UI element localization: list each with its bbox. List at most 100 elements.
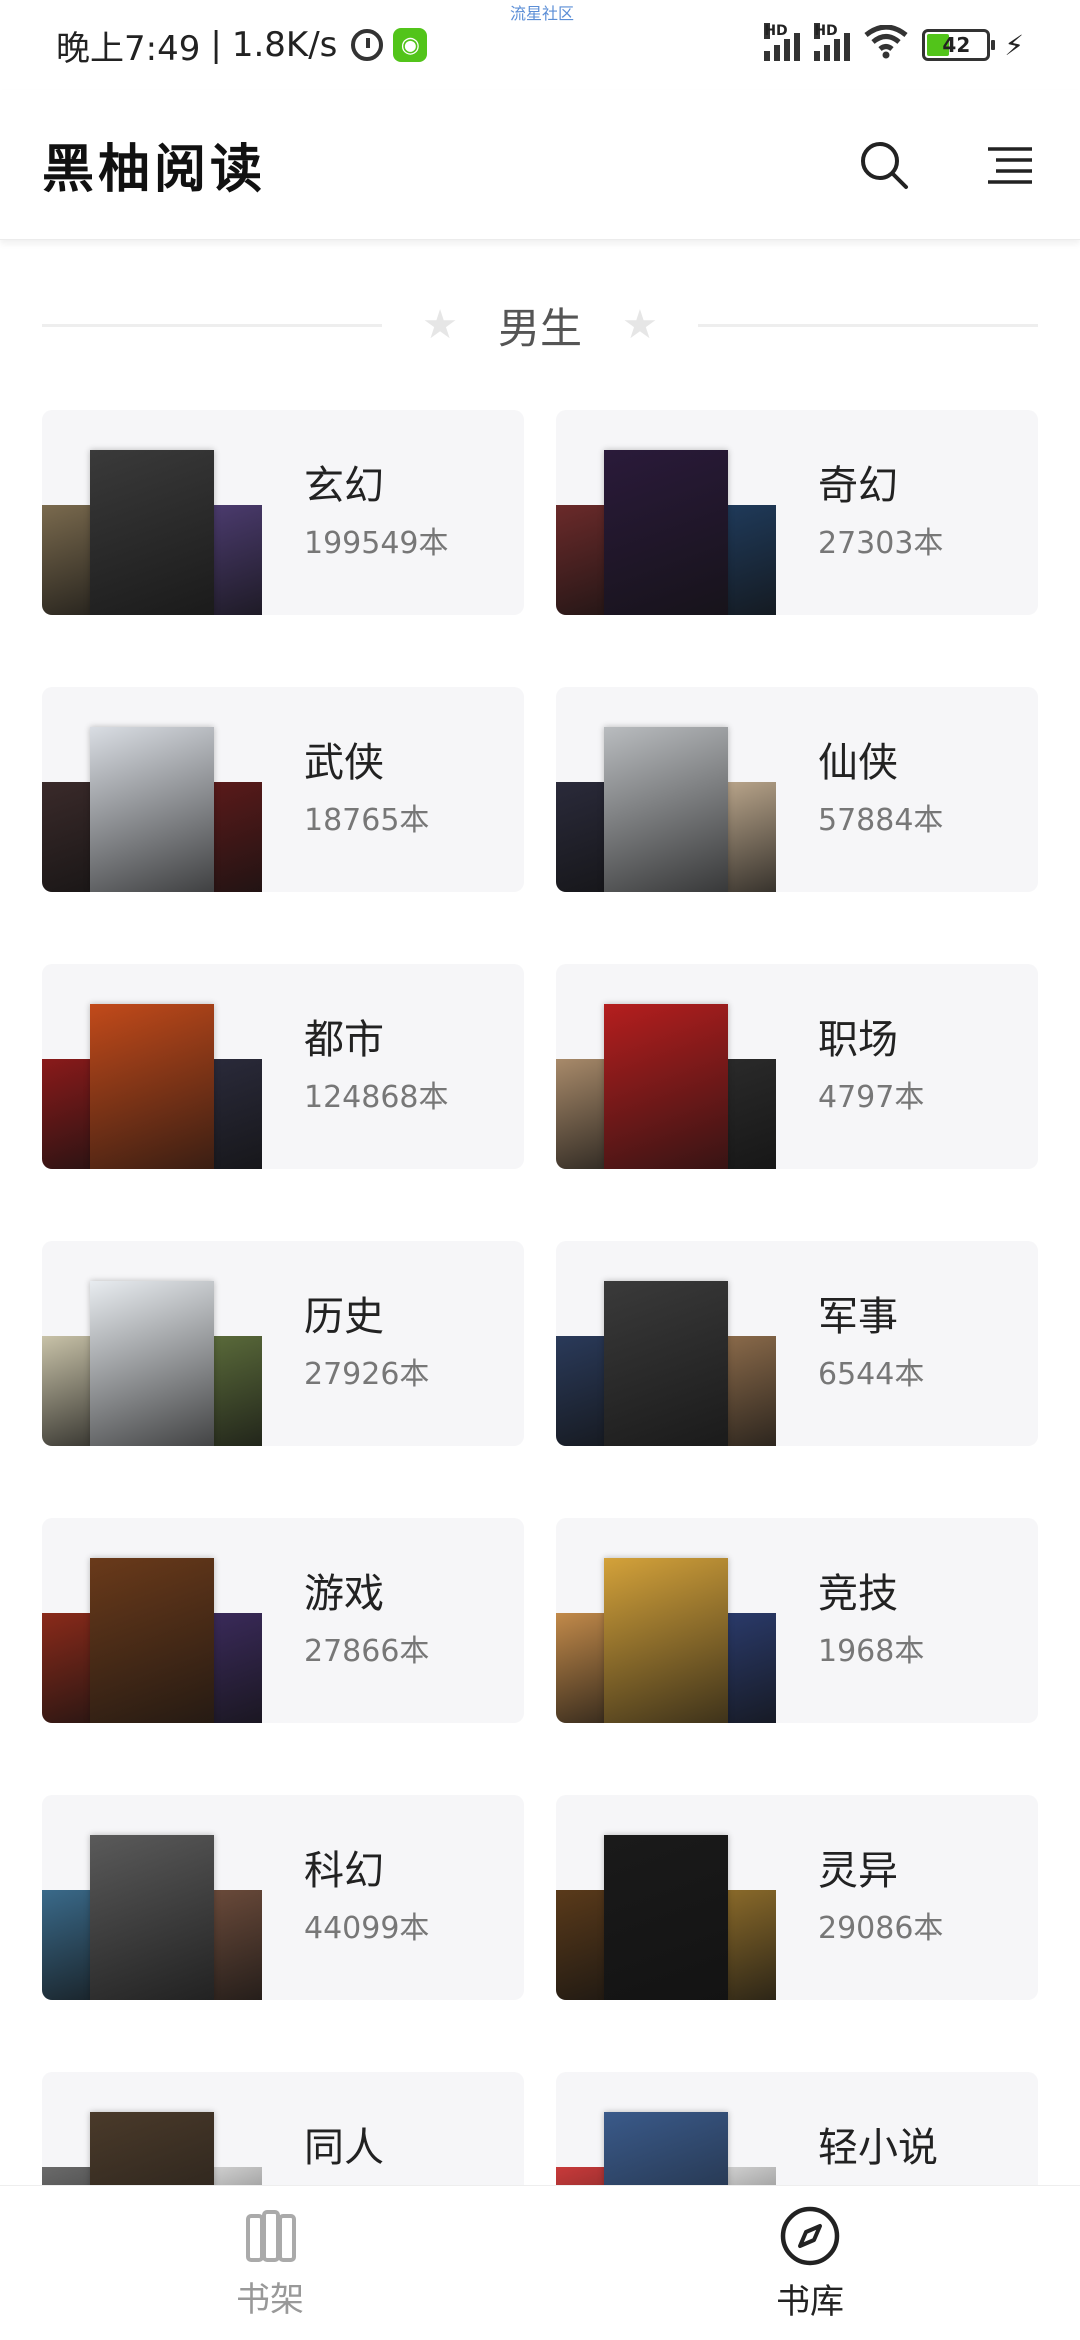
book-cover-image [556,1336,606,1446]
search-icon[interactable] [856,137,912,193]
category-card[interactable]: 同人 [42,2072,524,2190]
book-cover-image [90,727,214,892]
category-card[interactable]: 奇幻 27303本 [556,410,1038,615]
category-count: 27303本 [818,526,944,561]
star-icon: ★ [422,302,458,348]
category-name: 同人 [304,2125,384,2171]
category-count: 44099本 [304,1911,430,1946]
category-card[interactable]: 轻小说 [556,2072,1038,2190]
book-cover-image [42,1613,92,1723]
book-covers [42,1281,262,1446]
category-name: 玄幻 [304,463,384,509]
category-count: 6544本 [818,1357,925,1392]
category-count: 1968本 [818,1634,925,1669]
hd-label-2: HD [814,23,838,39]
book-cover-image [212,1890,262,2000]
category-grid: 玄幻 199549本 奇幻 27303本武侠 18765本 仙侠 57884本都市 12486… [42,410,1038,2190]
book-cover-image [42,1890,92,2000]
appbar-actions [856,137,1038,193]
book-covers [556,2112,776,2190]
book-cover-image [726,1336,776,1446]
category-name: 仙侠 [818,740,898,786]
separator: | [210,25,222,65]
watermark: 流星社区 [510,4,575,23]
status-bar: 流星社区 晚上7:49 | 1.8K/s ◉ HD HD 42 ⚡ [0,0,1080,90]
category-card[interactable]: 灵异 29086本 [556,1795,1038,2000]
book-covers [42,1004,262,1169]
category-name: 历史 [304,1294,384,1340]
book-cover-image [726,1059,776,1169]
category-name: 职场 [818,1017,898,1063]
book-covers [556,450,776,615]
signal-icon-2: HD [814,23,851,61]
book-cover-image [212,1613,262,1723]
app-title: 黑柚阅读 [42,139,267,200]
category-card[interactable]: 游戏 27866本 [42,1518,524,1723]
category-text: 游戏 27866本 [304,1570,429,1670]
category-text: 科幻 44099本 [304,1847,429,1947]
category-count: 18765本 [304,803,430,838]
category-text: 武侠 18765本 [304,739,429,839]
category-card[interactable]: 武侠 18765本 [42,687,524,892]
battery-icon: 42 [922,29,996,61]
book-covers [42,2112,262,2190]
hd-label: HD [764,23,788,39]
category-card[interactable]: 玄幻 199549本 [42,410,524,615]
category-text: 同人 [304,2124,384,2180]
book-cover-image [604,1558,728,1723]
book-cover-image [556,1059,606,1169]
book-covers [556,1004,776,1169]
book-covers [42,1558,262,1723]
book-cover-image [42,1059,92,1169]
book-cover-image [212,782,262,892]
nav-label-bookshelf: 书架 [236,2279,304,2320]
compass-icon [780,2206,840,2265]
category-card[interactable]: 科幻 44099本 [42,1795,524,2000]
category-text: 军事 6544本 [818,1293,924,1393]
section-header: ★ 男生 ★ [42,290,1039,360]
category-count: 199549本 [304,526,449,561]
category-name: 游戏 [304,1571,384,1617]
book-cover-image [90,2112,214,2190]
book-cover-image [604,2112,728,2190]
status-right: HD HD 42 ⚡ [764,23,1024,65]
book-cover-image [212,1059,262,1169]
book-cover-image [90,1835,214,2000]
category-text: 职场 4797本 [818,1016,924,1116]
category-name: 竞技 [818,1571,898,1617]
clock: 晚上7:49 [56,28,201,69]
book-cover-image [556,782,606,892]
category-name: 武侠 [304,740,384,786]
category-name: 奇幻 [818,463,898,509]
book-cover-image [90,1004,214,1169]
category-card[interactable]: 仙侠 57884本 [556,687,1038,892]
book-cover-image [212,505,262,615]
book-cover-image [604,727,728,892]
category-name: 科幻 [304,1848,384,1894]
category-name: 军事 [818,1294,898,1340]
battery-level: 42 [942,33,971,57]
section-title: 男生 [498,303,583,353]
category-card[interactable]: 历史 27926本 [42,1241,524,1446]
star-icon: ★ [622,302,658,348]
category-card[interactable]: 军事 6544本 [556,1241,1038,1446]
nav-item-library[interactable]: 书库 [540,2186,1080,2340]
category-count: 29086本 [818,1911,944,1946]
book-cover-image [556,1890,606,2000]
book-covers [556,1835,776,2000]
book-cover-image [604,1281,728,1446]
network-speed: 1.8K/s [231,25,338,65]
menu-icon[interactable] [982,137,1038,193]
nav-item-bookshelf[interactable]: 书架 [0,2186,540,2340]
category-count: 27866本 [304,1634,430,1669]
category-card[interactable]: 都市 124868本 [42,964,524,1169]
category-card[interactable]: 职场 4797本 [556,964,1038,1169]
category-text: 轻小说 [818,2124,938,2180]
category-count: 124868本 [304,1080,449,1115]
category-text: 都市 124868本 [304,1016,449,1116]
book-cover-image [212,1336,262,1446]
book-cover-image [726,782,776,892]
book-covers [42,727,262,892]
book-cover-image [556,1613,606,1723]
category-card[interactable]: 竞技 1968本 [556,1518,1038,1723]
